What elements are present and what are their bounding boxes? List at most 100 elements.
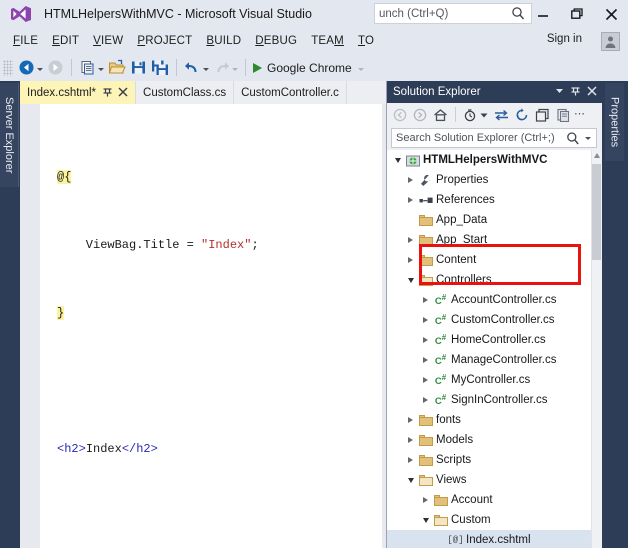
expander-icon[interactable] xyxy=(419,317,432,323)
sign-in-link[interactable]: Sign in xyxy=(547,33,582,45)
search-solution-explorer-input[interactable]: Search Solution Explorer (Ctrl+;) xyxy=(391,128,597,148)
properties-tab[interactable]: Properties xyxy=(605,83,624,161)
tree-node-account-folder[interactable]: Account xyxy=(387,490,602,510)
new-project-button[interactable] xyxy=(77,56,106,80)
scroll-up-arrow-icon[interactable] xyxy=(594,153,600,158)
tree-node-content[interactable]: Content xyxy=(387,250,602,270)
user-account-icon[interactable] xyxy=(601,32,620,51)
tree-node-my-controller[interactable]: C# MyController.cs xyxy=(387,370,602,390)
expander-icon[interactable] xyxy=(404,257,417,263)
tree-node-label: AccountController.cs xyxy=(451,294,557,306)
tree-node-signin-controller[interactable]: C# SignInController.cs xyxy=(387,390,602,410)
collapse-all-icon[interactable] xyxy=(535,108,550,122)
search-magnifier-icon[interactable] xyxy=(566,131,580,151)
panel-dropdown-icon[interactable] xyxy=(555,86,564,98)
window-controls xyxy=(526,0,628,28)
open-file-button[interactable] xyxy=(106,56,128,80)
solution-tree[interactable]: HTMLHelpersWithMVC Properties References… xyxy=(387,150,602,548)
quick-launch-box[interactable]: unch (Ctrl+Q) xyxy=(374,3,532,24)
expander-icon[interactable] xyxy=(419,357,432,363)
save-button[interactable] xyxy=(128,56,149,80)
pin-icon[interactable] xyxy=(103,86,112,100)
expander-icon[interactable] xyxy=(404,277,417,283)
tab-customcontroller-cs[interactable]: CustomController.c xyxy=(234,81,347,104)
tree-node-custom-folder[interactable]: Custom xyxy=(387,510,602,530)
expander-icon[interactable] xyxy=(419,397,432,403)
tree-node-views[interactable]: Views xyxy=(387,470,602,490)
csharp-file-icon: C# xyxy=(434,372,447,387)
chevron-down-icon[interactable] xyxy=(98,67,104,71)
tree-node-fonts[interactable]: fonts xyxy=(387,410,602,430)
tree-node-home-controller[interactable]: C# HomeController.cs xyxy=(387,330,602,350)
title-bar: HTMLHelpersWithMVC - Microsoft Visual St… xyxy=(0,0,628,28)
csharp-file-icon: C# xyxy=(434,392,447,407)
sync-with-active-document-icon[interactable] xyxy=(494,108,509,122)
chevron-down-icon[interactable] xyxy=(480,111,488,119)
tree-node-controllers[interactable]: Controllers xyxy=(387,270,602,290)
restore-button[interactable] xyxy=(560,0,594,28)
menu-tools[interactable]: TO xyxy=(351,32,381,50)
expander-icon[interactable] xyxy=(404,477,417,483)
expander-icon[interactable] xyxy=(404,177,417,183)
editor-gutter xyxy=(20,104,36,548)
navigate-back-button[interactable] xyxy=(16,56,45,80)
menu-build[interactable]: BUILD xyxy=(199,32,248,50)
scrollbar-thumb[interactable] xyxy=(592,164,601,260)
home-icon[interactable] xyxy=(433,108,448,122)
refresh-icon[interactable] xyxy=(515,107,529,122)
tree-node-references[interactable]: References xyxy=(387,190,602,210)
code-editor[interactable]: @{ ViewBag.Title = "Index"; } <h2>Index<… xyxy=(20,104,386,548)
expander-icon[interactable] xyxy=(404,237,417,243)
pending-changes-filter-icon[interactable] xyxy=(463,108,477,122)
expander-icon[interactable] xyxy=(404,417,417,423)
menu-debug[interactable]: DEBUG xyxy=(248,32,304,50)
close-icon[interactable] xyxy=(118,86,128,99)
menu-view[interactable]: VIEW xyxy=(86,32,130,50)
toolbar-grip[interactable] xyxy=(3,59,13,76)
menu-edit[interactable]: EDIT xyxy=(45,32,86,50)
close-button[interactable] xyxy=(594,0,628,28)
menu-file[interactable]: FILE xyxy=(6,32,45,50)
chevron-down-icon[interactable] xyxy=(203,67,209,71)
code-text-surface[interactable]: @{ ViewBag.Title = "Index"; } <h2>Index<… xyxy=(40,104,382,548)
save-all-button[interactable] xyxy=(149,56,171,80)
tree-node-solution-root[interactable]: HTMLHelpersWithMVC xyxy=(387,150,602,170)
tab-customclass-cs[interactable]: CustomClass.cs xyxy=(136,81,235,104)
menu-team[interactable]: TEAM xyxy=(304,32,351,50)
expander-icon[interactable] xyxy=(419,517,432,523)
tree-node-app-start[interactable]: App_Start xyxy=(387,230,602,250)
show-all-files-icon[interactable] xyxy=(556,108,570,122)
start-debugging-button[interactable]: Google Chrome xyxy=(251,56,366,80)
tree-node-manage-controller[interactable]: C# ManageController.cs xyxy=(387,350,602,370)
tree-vertical-scrollbar[interactable] xyxy=(591,150,602,548)
expander-icon[interactable] xyxy=(404,437,417,443)
panel-pin-icon[interactable] xyxy=(571,85,580,99)
expander-icon[interactable] xyxy=(419,297,432,303)
expander-icon[interactable] xyxy=(404,197,417,203)
minimize-button[interactable] xyxy=(526,0,560,28)
tree-node-properties[interactable]: Properties xyxy=(387,170,602,190)
chevron-down-icon[interactable] xyxy=(37,67,43,71)
chevron-down-icon[interactable] xyxy=(357,67,364,71)
chevron-down-icon[interactable] xyxy=(585,137,591,140)
panel-close-icon[interactable] xyxy=(587,85,597,99)
tree-node-scripts[interactable]: Scripts xyxy=(387,450,602,470)
tree-node-index-cshtml[interactable]: [@] Index.cshtml xyxy=(387,530,602,548)
expander-icon[interactable] xyxy=(419,337,432,343)
expander-icon[interactable] xyxy=(391,157,404,163)
expander-icon[interactable] xyxy=(419,497,432,503)
tree-node-account-controller[interactable]: C# AccountController.cs xyxy=(387,290,602,310)
chevron-down-icon[interactable] xyxy=(232,67,238,71)
expander-icon[interactable] xyxy=(404,457,417,463)
undo-button[interactable] xyxy=(182,56,211,80)
tree-node-label: HomeController.cs xyxy=(451,334,546,346)
expander-icon[interactable] xyxy=(419,377,432,383)
server-explorer-tab[interactable]: Server Explorer xyxy=(0,83,19,187)
tree-node-app-data[interactable]: App_Data xyxy=(387,210,602,230)
properties-icon[interactable]: ⋯ xyxy=(574,109,585,120)
tab-index-cshtml[interactable]: Index.cshtml* xyxy=(20,81,137,104)
menu-project[interactable]: PROJECT xyxy=(130,32,199,50)
tree-node-models[interactable]: Models xyxy=(387,430,602,450)
tree-node-custom-controller[interactable]: C# CustomController.cs xyxy=(387,310,602,330)
